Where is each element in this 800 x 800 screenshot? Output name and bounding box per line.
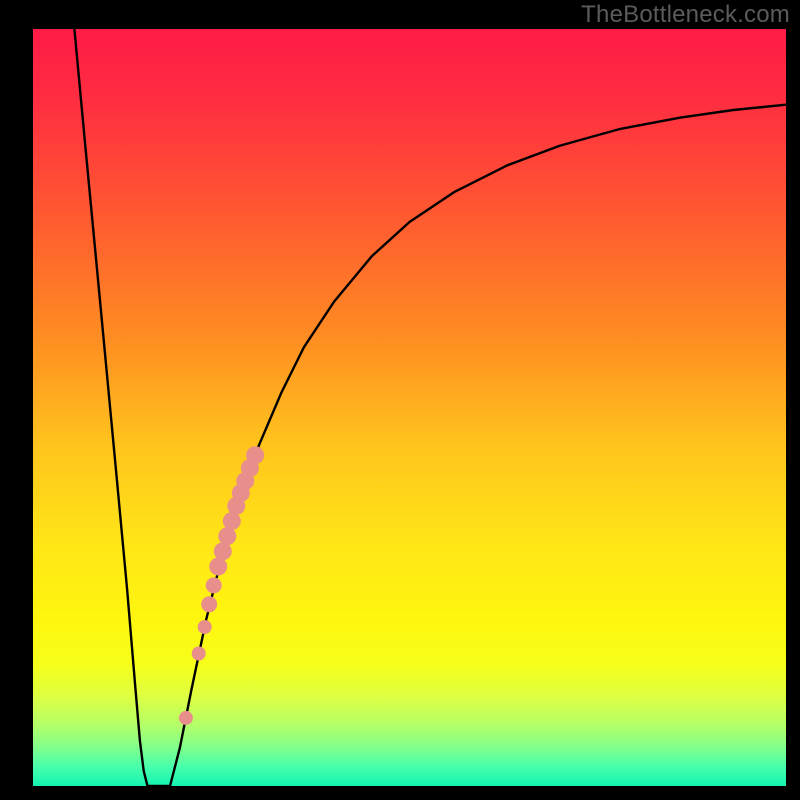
marker-dot [223,512,241,530]
marker-dot [201,596,217,612]
marker-dot [179,711,193,725]
marker-dot [206,577,222,593]
chart-svg [33,29,786,786]
gradient-background [33,29,786,786]
watermark-text: TheBottleneck.com [581,1,790,29]
chart-frame: TheBottleneck.com [0,0,800,800]
plot-area [33,29,786,786]
marker-dot [209,558,227,576]
marker-dot [246,446,264,464]
marker-dot [192,647,206,661]
marker-dot [198,620,212,634]
